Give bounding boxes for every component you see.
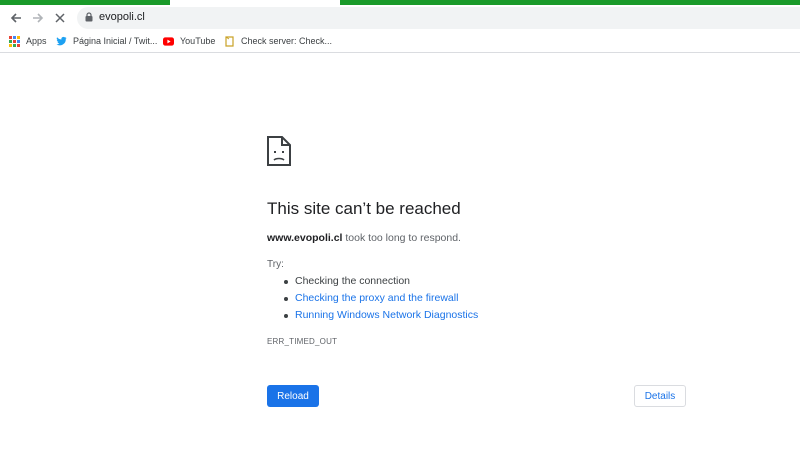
error-page: This site can’t be reached www.evopoli.c… xyxy=(0,53,800,449)
twitter-icon xyxy=(56,36,67,45)
bookmark-youtube[interactable]: YouTube xyxy=(163,34,215,48)
error-message: www.evopoli.cl took too long to respond. xyxy=(267,232,461,244)
try-label: Try: xyxy=(267,259,284,270)
url-text: evopoli.cl xyxy=(99,11,145,23)
bookmark-label: YouTube xyxy=(180,36,216,46)
forward-button[interactable] xyxy=(28,9,48,27)
bookmark-twitter[interactable]: Página Inicial / Twit... xyxy=(56,34,157,48)
message-suffix: took too long to respond. xyxy=(342,232,461,244)
suggestion-network-diagnostics-link[interactable]: Running Windows Network Diagnostics xyxy=(283,308,478,325)
bookmarks-bar: Apps Página Inicial / Twit... YouTube Ch… xyxy=(0,31,800,53)
address-bar[interactable]: evopoli.cl xyxy=(77,7,800,29)
reload-button[interactable]: Reload xyxy=(267,385,319,407)
youtube-icon xyxy=(163,36,174,46)
bookmark-page-icon xyxy=(225,35,234,47)
arrow-left-icon xyxy=(10,13,21,23)
suggestion-check-proxy-link[interactable]: Checking the proxy and the firewall xyxy=(283,291,478,308)
browser-toolbar: evopoli.cl xyxy=(0,5,800,31)
bookmark-apps[interactable]: Apps xyxy=(9,34,47,48)
back-button[interactable] xyxy=(6,9,26,27)
host-name: www.evopoli.cl xyxy=(267,232,343,244)
suggestions-list: Checking the connection Checking the pro… xyxy=(283,274,478,325)
apps-grid-icon xyxy=(9,35,20,47)
error-code: ERR_TIMED_OUT xyxy=(267,337,338,346)
bookmark-label: Check server: Check... xyxy=(241,36,333,46)
close-icon xyxy=(55,13,65,23)
arrow-right-icon xyxy=(33,13,44,23)
bookmark-check-server[interactable]: Check server: Check... xyxy=(224,34,332,48)
lock-icon xyxy=(85,12,93,22)
bookmark-label: Página Inicial / Twit... xyxy=(73,36,158,46)
bookmark-label: Apps xyxy=(26,36,47,46)
stop-loading-button[interactable] xyxy=(50,9,70,27)
page-title: This site can’t be reached xyxy=(267,199,461,218)
details-button[interactable]: Details xyxy=(634,385,686,407)
suggestion-check-connection: Checking the connection xyxy=(283,274,478,291)
sad-page-icon xyxy=(267,136,291,166)
